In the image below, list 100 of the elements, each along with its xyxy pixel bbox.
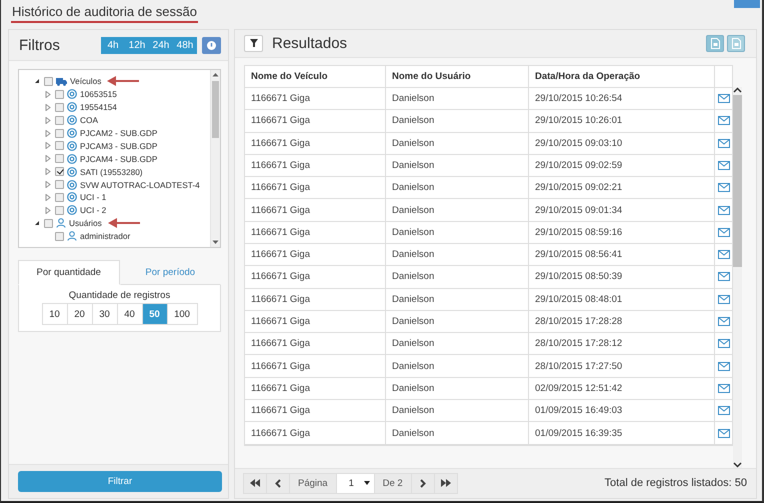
envelope-icon[interactable] [718, 294, 730, 304]
checkbox[interactable] [44, 218, 53, 228]
expand-icon[interactable] [45, 116, 51, 124]
table-cell: 29/10/2015 09:03:10 [529, 132, 715, 154]
envelope-icon[interactable] [718, 339, 730, 348]
vehicle-node-icon [67, 102, 77, 112]
table-cell: Danielson [386, 333, 529, 354]
table-cell: 29/10/2015 09:02:21 [529, 177, 715, 198]
envelope-icon[interactable] [718, 160, 730, 170]
table-cell: Danielson [386, 355, 529, 377]
tree-item[interactable]: Veículos [70, 76, 102, 86]
checkbox[interactable] [55, 167, 64, 176]
scroll-up-icon[interactable] [732, 86, 742, 93]
scroll-up-icon[interactable] [212, 72, 219, 77]
quantity-label: Quantidade de registros [68, 290, 170, 301]
expand-icon[interactable] [45, 142, 51, 150]
table-cell: 1166671 Giga [245, 288, 386, 310]
tree-item[interactable]: administrador [80, 231, 130, 242]
collapse-icon[interactable] [34, 78, 40, 84]
table-cell: 28/10/2015 17:28:12 [529, 333, 715, 354]
expand-icon[interactable] [45, 168, 51, 176]
table-cell: 29/10/2015 10:26:01 [529, 110, 715, 132]
column-header[interactable]: Nome do Veículo [245, 66, 386, 87]
envelope-icon[interactable] [718, 428, 730, 438]
last-page-button[interactable] [434, 472, 458, 494]
table-cell: 1166671 Giga [245, 154, 386, 176]
tree-item[interactable]: COA [80, 115, 98, 126]
table-cell: 28/10/2015 17:27:50 [529, 355, 715, 377]
envelope-icon[interactable] [718, 183, 730, 192]
scroll-thumb[interactable] [212, 81, 219, 138]
table-cell: Danielson [386, 199, 529, 221]
tree-item[interactable]: SVW AUTOTRAC-LOADTEST-4 [80, 180, 200, 190]
tree-item[interactable]: UCI - 2 [80, 205, 106, 216]
export-button[interactable] [727, 34, 745, 52]
expand-icon[interactable] [45, 206, 51, 214]
scrollbar[interactable] [210, 70, 220, 247]
envelope-icon[interactable] [718, 228, 730, 237]
scroll-down-icon[interactable] [732, 462, 742, 468]
tab[interactable]: Por quantidade [18, 260, 120, 285]
first-page-button[interactable] [243, 472, 267, 494]
filter-toggle-button[interactable] [244, 34, 263, 52]
tree-item[interactable]: Usuários [69, 218, 102, 228]
checkbox[interactable] [55, 116, 64, 125]
expand-icon[interactable] [45, 130, 51, 136]
tree-item[interactable]: 19554154 [80, 102, 117, 112]
envelope-icon[interactable] [718, 116, 730, 126]
expand-icon[interactable] [45, 155, 51, 162]
expand-icon[interactable] [45, 194, 51, 201]
collapse-icon[interactable] [34, 220, 40, 226]
table-cell: 1166671 Giga [245, 199, 386, 221]
tree-item[interactable]: PJCAM3 - SUB.GDP [80, 140, 158, 151]
envelope-icon[interactable] [718, 138, 730, 148]
document-icon [710, 38, 720, 49]
envelope-icon[interactable] [718, 206, 730, 215]
vehicle-node-icon [67, 180, 77, 190]
tree-item[interactable]: UCI - 1 [80, 192, 106, 202]
page-select[interactable]: 1 [336, 472, 375, 494]
table-cell: 29/10/2015 08:48:01 [529, 288, 715, 310]
table-cell: 02/09/2015 12:51:42 [529, 378, 715, 400]
checkbox[interactable] [55, 141, 64, 150]
next-page-button[interactable] [410, 472, 435, 494]
expand-icon[interactable] [45, 104, 51, 111]
envelope-icon[interactable] [718, 94, 730, 104]
checkbox[interactable] [55, 102, 64, 112]
table-cell: 1166671 Giga [245, 355, 386, 377]
column-header[interactable]: Data/Hora da Operação [529, 66, 715, 87]
envelope-icon[interactable] [718, 250, 730, 260]
checkbox[interactable] [44, 76, 53, 86]
envelope-icon[interactable] [718, 384, 730, 393]
tree-item[interactable]: PJCAM4 - SUB.GDP [80, 154, 158, 164]
checkbox[interactable] [55, 192, 64, 202]
envelope-icon[interactable] [718, 272, 730, 282]
checkbox[interactable] [55, 128, 64, 138]
previous-page-button[interactable] [266, 472, 290, 494]
export-button[interactable] [706, 34, 724, 52]
table-cell: Danielson [386, 132, 529, 154]
tree-item[interactable]: 10653515 [80, 89, 117, 100]
page-count: De 2 [374, 472, 412, 494]
tree-item[interactable]: PJCAM2 - SUB.GDP [80, 128, 158, 138]
vehicle-node-icon [67, 154, 77, 164]
checkbox[interactable] [55, 206, 64, 215]
table-cell: 1166671 Giga [245, 378, 386, 400]
checkbox[interactable] [55, 154, 64, 164]
scroll-down-icon[interactable] [212, 240, 219, 245]
scrollbar[interactable] [732, 86, 742, 468]
envelope-icon[interactable] [718, 362, 730, 371]
table-cell: 01/09/2015 16:49:03 [529, 400, 715, 422]
vehicle-node-icon [67, 128, 77, 138]
checkbox[interactable] [55, 232, 64, 241]
filter-icon [250, 39, 258, 48]
help-button[interactable] [202, 36, 221, 54]
tree-item[interactable]: SATI (19553280) [80, 166, 143, 177]
column-header[interactable]: Nome do Usuário [386, 66, 529, 87]
checkbox[interactable] [55, 180, 64, 190]
expand-icon[interactable] [45, 181, 51, 188]
expand-icon[interactable] [45, 90, 51, 98]
envelope-icon[interactable] [718, 406, 730, 416]
checkbox[interactable] [55, 90, 64, 99]
envelope-icon[interactable] [718, 317, 730, 326]
page-label: Página [289, 472, 337, 494]
